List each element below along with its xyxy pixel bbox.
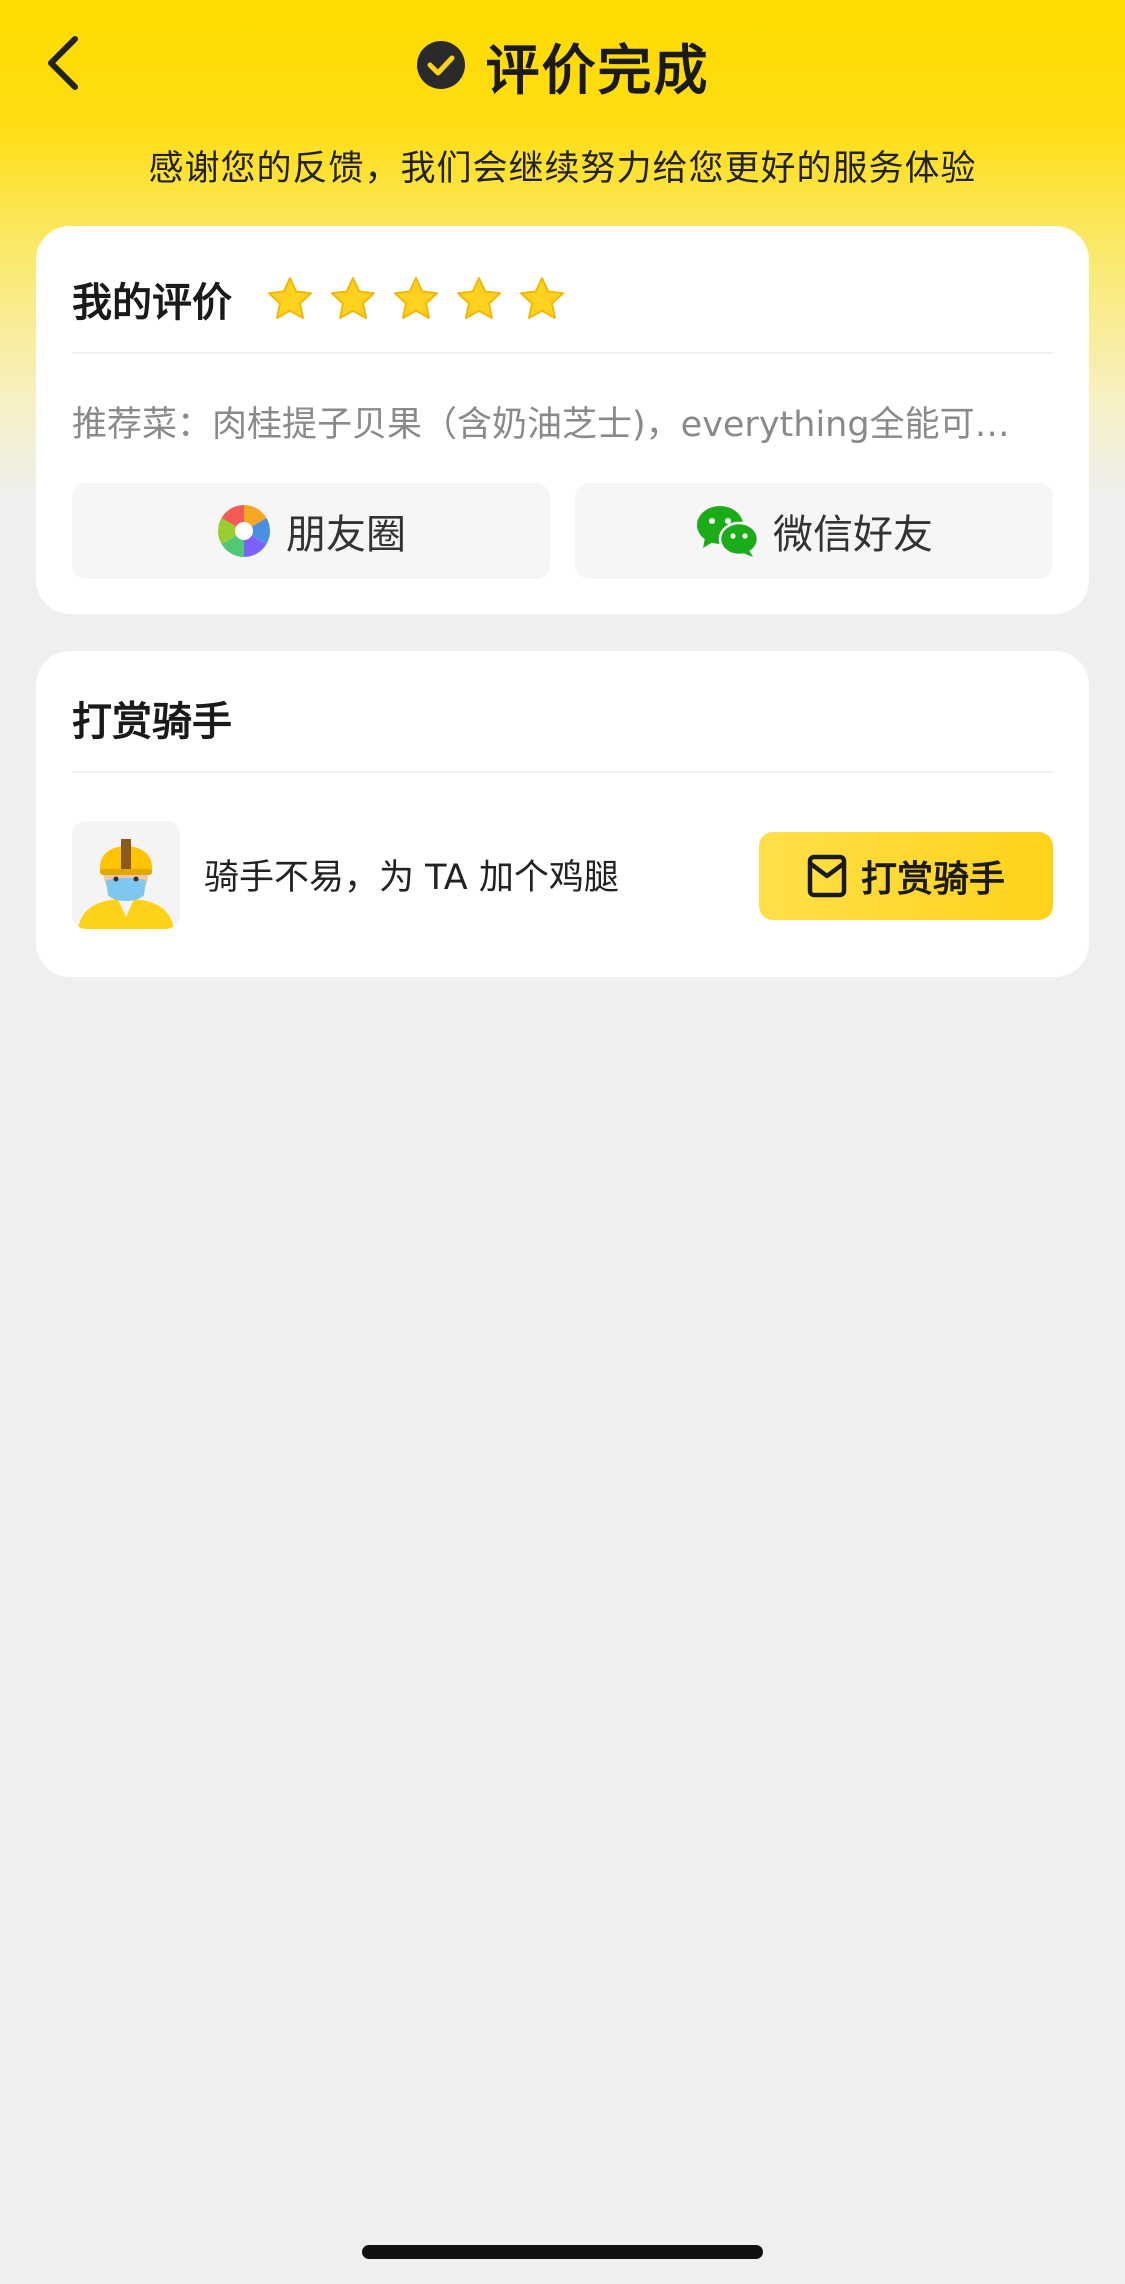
review-card: 我的评价 推荐菜：肉桂提子贝果（含奶油芝士)，everything全能可… 朋友… (36, 226, 1089, 614)
star-icon (331, 277, 375, 319)
header: 评价完成 感谢您的反馈，我们会继续努力给您更好的服务体验 (0, 0, 1125, 189)
share-wechat-button[interactable]: 微信好友 (575, 483, 1053, 579)
star-icon (268, 277, 312, 319)
tip-card: 打赏骑手 骑手不易，为 TA 加个鸡腿 打赏骑手 (36, 651, 1089, 977)
star-icon (394, 277, 438, 319)
share-moments-button[interactable]: 朋友圈 (72, 483, 550, 579)
divider (72, 352, 1053, 354)
recommend-text: 推荐菜：肉桂提子贝果（含奶油芝士)，everything全能可… (72, 405, 1010, 445)
star-icon (520, 277, 564, 319)
rider-avatar (72, 821, 180, 929)
red-envelope-icon (807, 854, 847, 898)
tip-section-title: 打赏骑手 (72, 699, 232, 745)
share-row: 朋友圈 微信好友 (72, 483, 1053, 579)
check-circle-icon (416, 41, 465, 89)
rider-encouragement-text: 骑手不易，为 TA 加个鸡腿 (204, 858, 619, 898)
title-group: 评价完成 (0, 30, 1125, 102)
tip-rider-button[interactable]: 打赏骑手 (759, 832, 1053, 920)
tip-rider-button-label: 打赏骑手 (860, 859, 1005, 900)
star-icon (457, 277, 501, 319)
share-wechat-label: 微信好友 (773, 512, 933, 558)
home-indicator (362, 2245, 763, 2259)
share-moments-label: 朋友圈 (286, 512, 406, 558)
page-title: 评价完成 (485, 38, 710, 102)
rating-stars (266, 275, 566, 323)
review-header: 我的评价 (72, 264, 566, 334)
tip-header: 打赏骑手 (72, 689, 232, 747)
rider-avatar-image (72, 821, 180, 929)
wechat-icon (697, 506, 759, 557)
review-section-title: 我的评价 (72, 280, 232, 326)
moments-icon (218, 505, 270, 557)
divider (72, 771, 1053, 773)
page-subtitle: 感谢您的反馈，我们会继续努力给您更好的服务体验 (148, 149, 977, 189)
